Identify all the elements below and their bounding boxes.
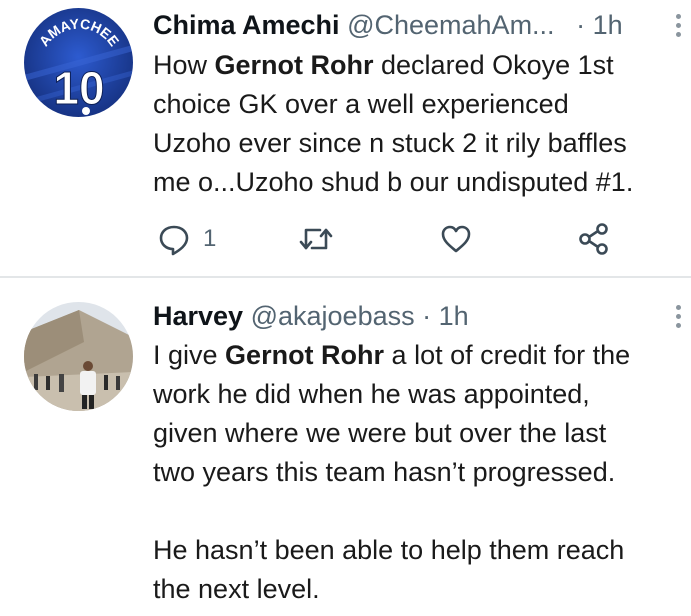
tweet-text-line: How Gernot Rohr declared Okoye 1st: [153, 50, 614, 80]
mention-bold: Gernot Rohr: [225, 340, 385, 370]
jersey-avatar-image: AMAYCHEE 10: [24, 8, 133, 117]
tweet-text-line: me o...Uzoho shud b our undisputed #1.: [153, 167, 634, 197]
display-name[interactable]: Chima Amechi: [153, 10, 340, 40]
timestamp[interactable]: · 1h: [422, 301, 469, 331]
user-handle[interactable]: @CheemahAm...: [347, 10, 554, 40]
tweet-text-line: given where we were but over the last: [153, 418, 607, 448]
share-icon: [579, 223, 608, 255]
display-name[interactable]: Harvey: [153, 301, 243, 331]
tweet-header: Harvey @akajoebass · 1h: [153, 299, 469, 333]
more-vertical-icon[interactable]: [676, 305, 684, 332]
reply-icon: [159, 225, 189, 256]
avatar[interactable]: AMAYCHEE 10: [24, 8, 133, 117]
share-button[interactable]: [578, 222, 610, 256]
tweet-text: I give Gernot Rohr a lot of credit for t…: [153, 336, 630, 609]
retweet-button[interactable]: [298, 222, 334, 256]
like-icon: [441, 225, 471, 253]
retweet-icon: [299, 228, 333, 250]
user-handle[interactable]: @akajoebass: [251, 301, 415, 331]
tweet-text-line: two years this team hasn’t progressed.: [153, 457, 616, 487]
more-vertical-icon[interactable]: [676, 14, 684, 41]
tweet-header: Chima Amechi @CheemahAm... · 1h: [153, 8, 623, 42]
tweet-text-line: choice GK over a well experienced: [153, 89, 569, 119]
avatar[interactable]: [24, 302, 133, 411]
mention-bold: Gernot Rohr: [214, 50, 374, 80]
jersey-number-text: 10: [53, 62, 104, 114]
like-button[interactable]: [440, 222, 472, 256]
tweet-text-line: I give Gernot Rohr a lot of credit for t…: [153, 340, 631, 370]
reply-button[interactable]: 1: [157, 222, 216, 256]
tweet-text: How Gernot Rohr declared Okoye 1st choic…: [153, 46, 633, 202]
tweet-text-line: Uzoho ever since n stuck 2 it rily baffl…: [153, 128, 627, 158]
reply-count: 1: [203, 225, 217, 252]
tweet-text-line: the next level.: [153, 574, 320, 604]
tweet-text-line: He hasn’t been able to help them reach: [153, 535, 625, 565]
tweet-text-line: work he did when he was appointed,: [153, 379, 590, 409]
timestamp[interactable]: · 1h: [576, 10, 623, 40]
tweet-1[interactable]: AMAYCHEE 10 Chima Amechi @CheemahAm... ·…: [0, 0, 691, 276]
pyramid-photo-avatar-image: [24, 302, 133, 411]
